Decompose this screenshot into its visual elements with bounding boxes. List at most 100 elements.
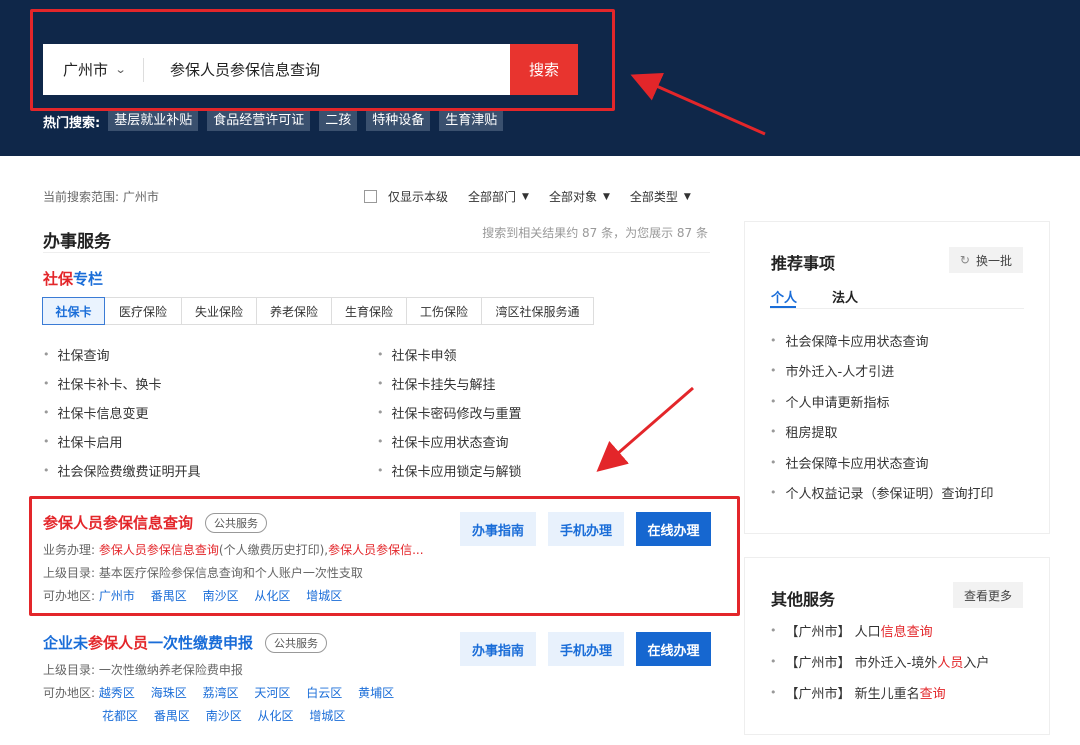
area-link[interactable]: 从化区 xyxy=(258,709,294,723)
hot-search-label: 热门搜索: xyxy=(43,115,101,131)
type-filter-label: 全部类型 xyxy=(629,190,678,204)
list-item[interactable]: 市外迁入-人才引进 xyxy=(770,361,994,381)
list-item[interactable]: 【广州市】 新生儿重名查询 xyxy=(770,682,989,702)
list-item[interactable]: 个人权益记录（参保证明）查询打印 xyxy=(770,483,994,503)
item-text: 【广州市】 新生儿重名 xyxy=(785,686,920,702)
shebao-title-blue: 专栏 xyxy=(73,270,104,288)
area-link[interactable]: 天河区 xyxy=(254,686,290,700)
title-part: 企业未 xyxy=(43,634,89,652)
list-item[interactable]: 社会保障卡应用状态查询 xyxy=(770,330,994,350)
list-item[interactable]: 社会保险费缴费证明开具 xyxy=(43,460,377,480)
tab-unemployment[interactable]: 失业保险 xyxy=(181,297,257,325)
area-link[interactable]: 黄埔区 xyxy=(358,686,394,700)
type-filter[interactable]: 全部类型 ▼ xyxy=(630,188,691,205)
list-item[interactable]: 社保卡密码修改与重置 xyxy=(377,402,711,422)
hot-tag[interactable]: 食品经营许可证 xyxy=(207,111,311,131)
area-link[interactable]: 增城区 xyxy=(309,709,345,723)
dept-filter-label: 全部部门 xyxy=(468,190,517,204)
list-item[interactable]: 社保卡申领 xyxy=(377,344,711,364)
highlight-box xyxy=(30,9,615,111)
tab-pension[interactable]: 养老保险 xyxy=(256,297,332,325)
hot-tag[interactable]: 基层就业补贴 xyxy=(108,111,199,131)
list-item[interactable]: 社保卡补卡、换卡 xyxy=(43,373,377,393)
service-title[interactable]: 企业未参保人员一次性缴费申报 xyxy=(43,632,253,653)
shebao-column-title: 社保专栏 xyxy=(43,268,103,289)
refresh-button[interactable]: ↻ 换一批 xyxy=(948,247,1023,273)
public-service-badge: 公共服务 xyxy=(265,632,328,653)
chevron-down-icon: ▼ xyxy=(602,191,610,202)
view-more-button[interactable]: 查看更多 xyxy=(952,582,1023,608)
list-item[interactable]: 社保卡挂失与解挂 xyxy=(377,373,711,393)
only-level-label[interactable]: 仅显示本级 xyxy=(388,188,448,205)
list-item[interactable]: 社保卡信息变更 xyxy=(43,402,377,422)
item-highlight: 人员 xyxy=(937,655,964,671)
tab-legal[interactable]: 法人 xyxy=(832,287,858,306)
list-item[interactable]: 【广州市】 市外迁入-境外人员入户 xyxy=(770,651,990,671)
shebao-title-red: 社保 xyxy=(43,270,74,288)
tab-shebao-card[interactable]: 社保卡 xyxy=(42,297,105,325)
area-line: 可办地区: 越秀区 海珠区 荔湾区 天河区 白云区 黄埔区 xyxy=(43,684,711,701)
list-item[interactable]: 社保查询 xyxy=(43,344,377,364)
tab-personal[interactable]: 个人 xyxy=(771,287,797,306)
recommend-list: 社会保障卡应用状态查询 市外迁入-人才引进 个人申请更新指标 租房提取 社会保障… xyxy=(770,330,994,513)
tab-bay-area[interactable]: 湾区社保服务通 xyxy=(481,297,594,325)
refresh-label: 换一批 xyxy=(975,253,1012,268)
item-highlight: 查询 xyxy=(919,686,946,702)
guide-button[interactable]: 办事指南 xyxy=(460,632,536,666)
title-part: 一次性缴费申报 xyxy=(148,634,254,652)
dir-text: 一次性缴纳养老保险费申报 xyxy=(98,663,243,677)
refresh-icon: ↻ xyxy=(959,253,970,267)
area-link[interactable]: 荔湾区 xyxy=(203,686,239,700)
highlight-box xyxy=(29,496,740,616)
filter-bar: 仅显示本级 全部部门 ▼ 全部对象 ▼ 全部类型 ▼ xyxy=(364,188,711,205)
list-item[interactable]: 租房提取 xyxy=(770,422,994,442)
tab-medical[interactable]: 医疗保险 xyxy=(104,297,182,325)
hot-tag[interactable]: 二孩 xyxy=(319,111,358,131)
area-line: 花都区 番禺区 南沙区 从化区 增城区 xyxy=(43,707,711,724)
shebao-link-list: 社保查询 社保卡申领 社保卡补卡、换卡 社保卡挂失与解挂 社保卡信息变更 社保卡… xyxy=(43,344,723,480)
service-buttons: 办事指南 手机办理 在线办理 xyxy=(460,632,711,666)
hot-tag[interactable]: 特种设备 xyxy=(366,111,431,131)
tab-injury[interactable]: 工伤保险 xyxy=(406,297,482,325)
top-search-banner: 广州市 ⌄ 搜索 热门搜索: 基层就业补贴 食品经营许可证 二孩 特种设备 生育… xyxy=(0,0,1080,156)
hot-search: 热门搜索: 基层就业补贴 食品经营许可证 二孩 特种设备 生育津贴 xyxy=(43,111,512,131)
area-label: 可办地区: xyxy=(43,686,96,700)
area-link[interactable]: 南沙区 xyxy=(206,709,242,723)
only-level-checkbox[interactable] xyxy=(364,190,377,203)
list-item[interactable]: 社会保障卡应用状态查询 xyxy=(770,452,994,472)
target-filter-label: 全部对象 xyxy=(548,190,597,204)
other-services-list: 【广州市】 人口信息查询 【广州市】 市外迁入-境外人员入户 【广州市】 新生儿… xyxy=(770,620,990,713)
chevron-down-icon: ▼ xyxy=(522,191,529,202)
search-scope: 当前搜索范围: 广州市 xyxy=(43,190,159,204)
list-item[interactable]: 社保卡应用锁定与解锁 xyxy=(377,460,711,480)
list-item[interactable]: 社保卡启用 xyxy=(43,431,377,451)
section-title: 办事服务 xyxy=(43,232,111,252)
shebao-tabs: 社保卡 医疗保险 失业保险 养老保险 生育保险 工伤保险 湾区社保服务通 xyxy=(42,297,594,325)
other-services-title: 其他服务 xyxy=(771,590,836,609)
service-item: 企业未参保人员一次性缴费申报 公共服务 上级目录: 一次性缴纳养老保险费申报 可… xyxy=(43,632,711,724)
list-item[interactable]: 【广州市】 人口信息查询 xyxy=(770,620,989,640)
list-item[interactable]: 社保卡应用状态查询 xyxy=(377,431,711,451)
area-link[interactable]: 花都区 xyxy=(102,709,138,723)
mobile-button[interactable]: 手机办理 xyxy=(548,632,624,666)
target-filter[interactable]: 全部对象 ▼ xyxy=(549,188,610,205)
chevron-down-icon: ▼ xyxy=(683,191,691,202)
item-text: 入户 xyxy=(963,655,990,671)
tab-maternity[interactable]: 生育保险 xyxy=(331,297,407,325)
list-item[interactable]: 个人申请更新指标 xyxy=(770,391,994,411)
area-link[interactable]: 海珠区 xyxy=(151,686,187,700)
hot-tag[interactable]: 生育津贴 xyxy=(439,111,504,131)
divider xyxy=(43,252,710,253)
area-link[interactable]: 番禺区 xyxy=(154,709,190,723)
recommend-title: 推荐事项 xyxy=(771,254,836,273)
area-link[interactable]: 白云区 xyxy=(306,686,342,700)
item-highlight: 信息查询 xyxy=(880,624,933,640)
item-text: 【广州市】 市外迁入-境外 xyxy=(785,655,938,671)
dept-filter[interactable]: 全部部门 ▼ xyxy=(468,188,529,205)
dir-label: 上级目录: xyxy=(43,663,96,677)
divider xyxy=(770,308,1024,309)
title-part: 参保人员 xyxy=(88,634,149,652)
area-link[interactable]: 越秀区 xyxy=(99,686,135,700)
result-count: 搜索到相关结果约 87 条，为您展示 87 条 xyxy=(482,226,708,240)
online-button[interactable]: 在线办理 xyxy=(636,632,711,666)
